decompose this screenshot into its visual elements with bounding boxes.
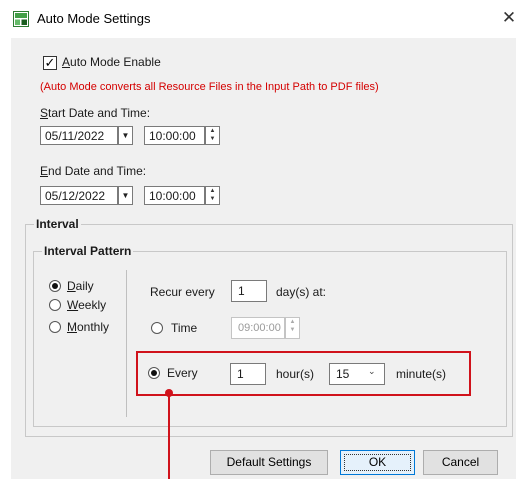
monthly-radio[interactable] (49, 321, 61, 333)
weekly-label[interactable]: Weekly (67, 298, 106, 312)
start-datetime-label: Start Date and Time: (40, 106, 151, 120)
every-hours-input[interactable]: 1 (230, 363, 266, 385)
interval-pattern-title: Interval Pattern (42, 244, 134, 258)
recur-every-label: Recur every (150, 285, 215, 299)
daily-label[interactable]: Daily (67, 279, 94, 293)
checkmark-icon: ✓ (44, 55, 56, 70)
time-input[interactable]: 09:00:00 (231, 317, 285, 339)
weekly-radio[interactable] (49, 299, 61, 311)
time-label[interactable]: Time (171, 321, 197, 335)
chevron-down-icon[interactable]: ⌄ (368, 366, 376, 377)
minutes-unit-label: minute(s) (396, 367, 447, 381)
pointer-line (168, 394, 170, 479)
spin-up-icon[interactable]: ▲ (286, 318, 299, 326)
time-radio[interactable] (151, 322, 163, 334)
interval-pattern-group (33, 251, 507, 427)
time-spinner[interactable]: ▲ ▼ (285, 317, 300, 339)
spin-down-icon[interactable]: ▼ (206, 195, 219, 203)
start-date-field[interactable]: 05/11/2022 (40, 126, 118, 145)
app-icon (13, 11, 29, 27)
auto-mode-checkbox[interactable]: ✓ (43, 56, 57, 70)
every-radio[interactable] (148, 367, 160, 379)
auto-mode-notice: (Auto Mode converts all Resource Files i… (40, 81, 379, 93)
spin-down-icon[interactable]: ▼ (286, 326, 299, 334)
every-minutes-select[interactable]: 15 (329, 363, 385, 385)
start-date-dropdown-icon[interactable]: ▼ (118, 126, 133, 145)
monthly-label[interactable]: Monthly (67, 320, 109, 334)
close-icon[interactable]: ✕ (498, 7, 520, 29)
ok-button[interactable]: OK (340, 450, 415, 475)
spin-up-icon[interactable]: ▲ (206, 187, 219, 195)
hours-unit-label: hour(s) (276, 367, 315, 381)
recur-unit-label: day(s) at: (276, 285, 327, 299)
start-time-spinner[interactable]: ▲ ▼ (205, 126, 220, 145)
recur-days-input[interactable]: 1 (231, 280, 267, 302)
window-title: Auto Mode Settings (37, 11, 151, 26)
auto-mode-enable-label[interactable]: Auto Mode Enable (62, 55, 161, 69)
end-time-spinner[interactable]: ▲ ▼ (205, 186, 220, 205)
every-label[interactable]: Every (167, 366, 198, 380)
end-date-dropdown-icon[interactable]: ▼ (118, 186, 133, 205)
start-time-field[interactable]: 10:00:00 (144, 126, 205, 145)
default-settings-button[interactable]: Default Settings (210, 450, 328, 475)
spin-up-icon[interactable]: ▲ (206, 127, 219, 135)
end-datetime-label: End Date and Time: (40, 164, 147, 178)
spin-down-icon[interactable]: ▼ (206, 135, 219, 143)
interval-group-title: Interval (34, 217, 81, 231)
daily-radio[interactable] (49, 280, 61, 292)
pattern-separator (126, 270, 127, 417)
end-time-field[interactable]: 10:00:00 (144, 186, 205, 205)
cancel-button[interactable]: Cancel (423, 450, 498, 475)
end-date-field[interactable]: 05/12/2022 (40, 186, 118, 205)
